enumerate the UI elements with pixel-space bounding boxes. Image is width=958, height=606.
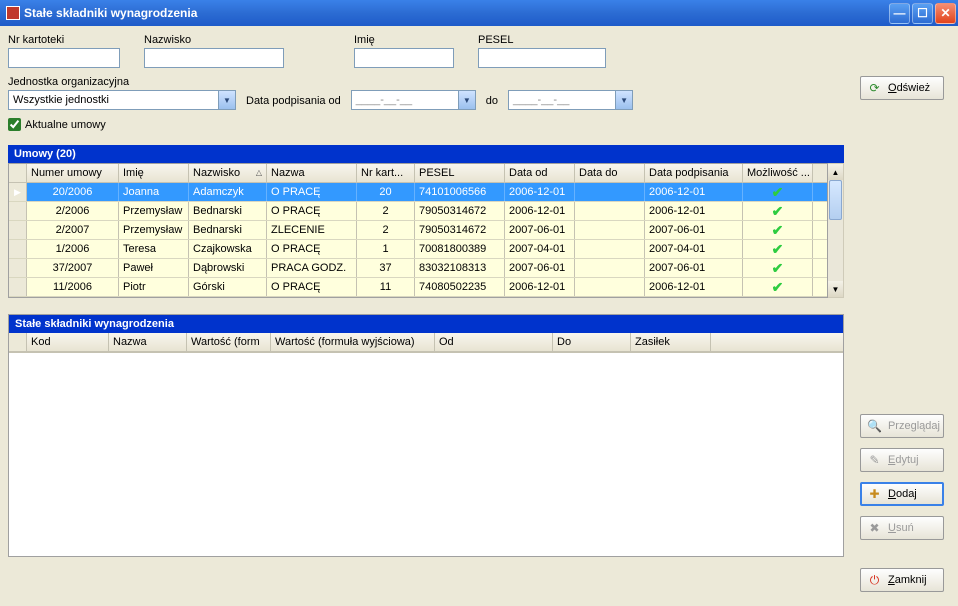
date-do-combo[interactable]: ____-__-__ ▼ bbox=[508, 90, 633, 110]
col-od[interactable]: Od bbox=[435, 333, 553, 351]
table-row[interactable]: 2/2007PrzemysławBednarskiZLECENIE2790503… bbox=[9, 221, 827, 240]
app-icon bbox=[6, 6, 20, 20]
titlebar: Stałe składniki wynagrodzenia — ☐ ✕ bbox=[0, 0, 958, 26]
view-button: 🔍 Przeglądaj bbox=[860, 414, 944, 438]
col-nazwa[interactable]: Nazwa bbox=[267, 164, 357, 182]
date-do-value: ____-__-__ bbox=[509, 94, 615, 106]
chevron-down-icon: ▼ bbox=[615, 91, 632, 109]
col-wartosc-form[interactable]: Wartość (form bbox=[187, 333, 271, 351]
power-icon: ⏻ bbox=[867, 573, 882, 588]
aktualne-umowy-checkbox[interactable] bbox=[8, 118, 21, 131]
date-od-combo[interactable]: ____-__-__ ▼ bbox=[351, 90, 476, 110]
delete-button: ✖ Usuń bbox=[860, 516, 944, 540]
jednostka-combo[interactable]: Wszystkie jednostki ▼ bbox=[8, 90, 236, 110]
umowy-scrollbar[interactable]: ▲ ▼ bbox=[828, 163, 844, 298]
maximize-button[interactable]: ☐ bbox=[912, 3, 933, 24]
refresh-icon: ⟳ bbox=[867, 81, 882, 96]
view-icon: 🔍 bbox=[867, 419, 882, 434]
umowy-header: Umowy (20) bbox=[8, 145, 844, 163]
close-button[interactable]: ✕ bbox=[935, 3, 956, 24]
jednostka-label: Jednostka organizacyjna bbox=[8, 76, 236, 88]
scroll-down-icon[interactable]: ▼ bbox=[828, 281, 843, 297]
checkmark-icon: ✔ bbox=[772, 184, 784, 200]
scroll-thumb[interactable] bbox=[829, 180, 842, 220]
table-row[interactable]: ▶20/2006JoannaAdamczykO PRACĘ20741010065… bbox=[9, 183, 827, 202]
col-nrkart[interactable]: Nr kart... bbox=[357, 164, 415, 182]
add-button[interactable]: ✚ Dodaj bbox=[860, 482, 944, 506]
scroll-up-icon[interactable]: ▲ bbox=[828, 164, 843, 180]
minimize-button[interactable]: — bbox=[889, 3, 910, 24]
table-row[interactable]: 37/2007PawełDąbrowskiPRACA GODZ.37830321… bbox=[9, 259, 827, 278]
checkmark-icon: ✔ bbox=[772, 241, 784, 257]
pesel-input[interactable] bbox=[478, 48, 606, 68]
nazwisko-input[interactable] bbox=[144, 48, 284, 68]
view-label: Przeglądaj bbox=[888, 420, 940, 432]
delete-icon: ✖ bbox=[867, 521, 882, 536]
sort-asc-icon: △ bbox=[256, 166, 262, 180]
app-window: Stałe składniki wynagrodzenia — ☐ ✕ Nr k… bbox=[0, 0, 958, 606]
col-data-podp[interactable]: Data podpisania bbox=[645, 164, 743, 182]
aktualne-umowy-label: Aktualne umowy bbox=[25, 119, 106, 131]
col-nazwisko[interactable]: Nazwisko△ bbox=[189, 164, 267, 182]
data-podpisania-od-label: Data podpisania od bbox=[246, 95, 341, 110]
edit-button: ✎ Edytuj bbox=[860, 448, 944, 472]
table-row[interactable]: 2/2006PrzemysławBednarskiO PRACĘ27905031… bbox=[9, 202, 827, 221]
nr-kartoteki-input[interactable] bbox=[8, 48, 120, 68]
imie-input[interactable] bbox=[354, 48, 454, 68]
table-row[interactable]: 1/2006TeresaCzajkowskaO PRACĘ17008180038… bbox=[9, 240, 827, 259]
edit-icon: ✎ bbox=[867, 453, 882, 468]
col-data-do[interactable]: Data do bbox=[575, 164, 645, 182]
table-row[interactable]: 11/2006PiotrGórskiO PRACĘ117408050223520… bbox=[9, 278, 827, 297]
col-data-od[interactable]: Data od bbox=[505, 164, 575, 182]
col-imie[interactable]: Imię bbox=[119, 164, 189, 182]
checkmark-icon: ✔ bbox=[772, 260, 784, 276]
col-numer[interactable]: Numer umowy bbox=[27, 164, 119, 182]
close-dialog-button[interactable]: ⏻ Zamknij bbox=[860, 568, 944, 592]
chevron-down-icon: ▼ bbox=[218, 91, 235, 109]
window-title: Stałe składniki wynagrodzenia bbox=[24, 6, 197, 20]
refresh-button[interactable]: ⟳ Odśwież bbox=[860, 76, 944, 100]
umowy-columns: Numer umowy Imię Nazwisko△ Nazwa Nr kart… bbox=[9, 164, 827, 183]
chevron-down-icon: ▼ bbox=[458, 91, 475, 109]
checkmark-icon: ✔ bbox=[772, 222, 784, 238]
col-do[interactable]: Do bbox=[553, 333, 631, 351]
date-od-value: ____-__-__ bbox=[352, 94, 458, 106]
col-wartosc-wyj[interactable]: Wartość (formuła wyjściowa) bbox=[271, 333, 435, 351]
add-icon: ✚ bbox=[867, 487, 882, 502]
col-nazwa2[interactable]: Nazwa bbox=[109, 333, 187, 351]
col-zasilek[interactable]: Zasiłek bbox=[631, 333, 711, 351]
refresh-label-rest: dśwież bbox=[897, 82, 931, 94]
col-mozliwosc[interactable]: Możliwość ... bbox=[743, 164, 813, 182]
imie-label: Imię bbox=[354, 34, 454, 46]
checkmark-icon: ✔ bbox=[772, 279, 784, 295]
nr-kartoteki-label: Nr kartoteki bbox=[8, 34, 120, 46]
skladniki-grid[interactable]: Stałe składniki wynagrodzenia Kod Nazwa … bbox=[8, 314, 844, 557]
skladniki-header: Stałe składniki wynagrodzenia bbox=[9, 315, 843, 333]
date-do-label: do bbox=[486, 95, 498, 110]
col-kod[interactable]: Kod bbox=[27, 333, 109, 351]
jednostka-value: Wszystkie jednostki bbox=[9, 94, 218, 106]
col-pesel[interactable]: PESEL bbox=[415, 164, 505, 182]
nazwisko-label: Nazwisko bbox=[144, 34, 284, 46]
pesel-label: PESEL bbox=[478, 34, 606, 46]
umowy-grid[interactable]: Numer umowy Imię Nazwisko△ Nazwa Nr kart… bbox=[8, 163, 828, 298]
checkmark-icon: ✔ bbox=[772, 203, 784, 219]
